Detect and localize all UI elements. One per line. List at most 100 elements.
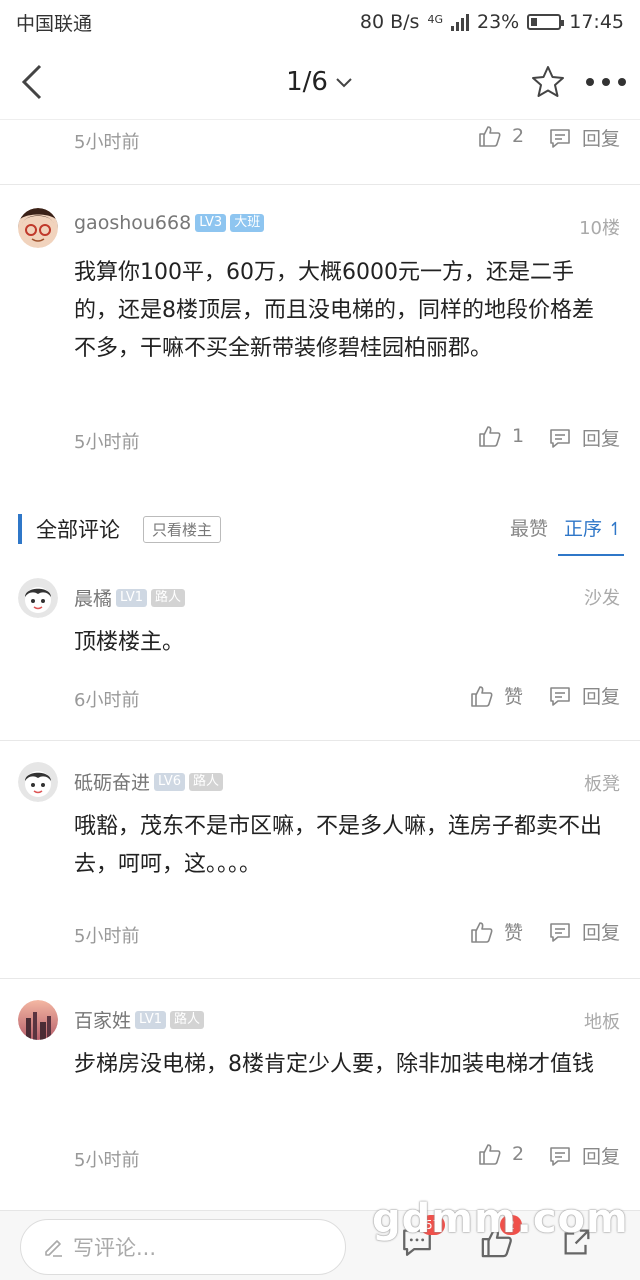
battery-fill (531, 18, 538, 26)
title-badge: 路人 (189, 772, 224, 791)
comment-content: 顶楼楼主。 (74, 630, 185, 655)
comment-icon (550, 1146, 570, 1166)
favorite-button[interactable] (530, 64, 566, 100)
carrier-name: 中国联通 (16, 12, 93, 35)
reply-label: 回复 (582, 1146, 621, 1168)
avatar[interactable] (18, 1000, 58, 1040)
page-indicator: 1/6 (286, 66, 328, 97)
like-button[interactable]: 2 (478, 124, 524, 148)
reply-label: 回复 (582, 922, 621, 944)
post-content: 我算你100平，60万，大概6000元一方，还是二手的，还是8楼顶层，而且没电梯… (74, 260, 594, 361)
page-selector[interactable]: 1/6 (286, 67, 354, 97)
level-badge: LV3 (195, 214, 227, 232)
level-badge: LV1 (135, 1010, 166, 1029)
chevron-left-icon (21, 64, 42, 100)
comment-placeholder: 写评论... (73, 1236, 157, 1260)
like-button[interactable]: 赞 (470, 918, 523, 945)
chevron-down-icon (336, 77, 352, 87)
username[interactable]: 晨橘 (74, 584, 112, 611)
like-button[interactable]: 赞 (470, 682, 523, 709)
comment-time: 5小时前 (74, 926, 140, 947)
comment-icon (550, 128, 570, 148)
comment-author: 百家姓 LV1 路人 (74, 1006, 205, 1033)
thumbs-up-icon (479, 426, 501, 447)
star-icon (532, 66, 564, 97)
thumbs-up-icon (479, 126, 501, 147)
floor-number: 沙发 (584, 588, 620, 609)
status-bar: 中国联通 80 B/s 4G 23% 17:45 (0, 0, 640, 44)
sort-hot-tab[interactable]: 最赞 (510, 514, 548, 541)
reply-label: 回复 (582, 686, 621, 708)
signal-icon (451, 13, 469, 31)
avatar[interactable] (18, 762, 58, 802)
comment-content: 哦豁，茂东不是市区嘛，不是多人嘛，连房子都卖不出去，呵呵，这。。。。 (74, 814, 603, 877)
username[interactable]: 砥砺奋进 (74, 768, 150, 795)
nav-bar: 1/6 (0, 44, 640, 120)
watermark: gdmm.com (372, 1196, 629, 1242)
post-meta-row: 5小时前 2 回复 (0, 120, 640, 160)
comment-icon (550, 428, 570, 448)
more-button[interactable] (586, 72, 626, 92)
like-label: 赞 (504, 686, 524, 708)
battery-percent: 23% (477, 11, 520, 33)
like-button[interactable]: 2 (478, 1142, 524, 1166)
username[interactable]: gaoshou668 (74, 212, 191, 234)
sort-arrow-icon: ↿ (602, 519, 623, 540)
like-count: 2 (512, 125, 525, 147)
comment-author: 晨橘 LV1 路人 (74, 584, 186, 611)
comment-icon (550, 686, 570, 706)
avatar[interactable] (18, 208, 58, 248)
status-right: 80 B/s 4G 23% 17:45 (360, 11, 624, 33)
post-meta-row: 5小时前 1 回复 (0, 420, 640, 460)
network-type: 4G (427, 12, 443, 26)
comment-input[interactable]: 写评论... (20, 1219, 346, 1275)
post-author: gaoshou668 LV3 大班 (74, 212, 265, 234)
comment-item: 晨橘 LV1 路人 沙发 顶楼楼主。 6小时前 赞 回复 (0, 564, 640, 740)
post-time: 5小时前 (74, 132, 140, 153)
thumbs-up-icon (471, 685, 493, 707)
like-button[interactable]: 1 (478, 424, 524, 448)
battery-icon (527, 14, 565, 30)
comments-header: 全部评论 只看楼主 最赞 正序 ↿ (0, 504, 640, 564)
like-count: 2 (512, 1143, 525, 1165)
section-accent-bar (18, 514, 22, 544)
comment-author: 砥砺奋进 LV6 路人 (74, 768, 224, 795)
like-count: 1 (512, 425, 525, 447)
reply-button[interactable]: 回复 (548, 682, 620, 709)
post-time: 5小时前 (74, 432, 140, 453)
username[interactable]: 百家姓 (74, 1006, 131, 1033)
comment-icon (550, 922, 570, 942)
title-badge: 大班 (230, 214, 265, 232)
comment-time: 6小时前 (74, 690, 140, 711)
title-badge: 路人 (151, 588, 186, 607)
pencil-icon (45, 1240, 62, 1257)
level-badge: LV1 (116, 588, 147, 607)
network-speed: 80 B/s (359, 11, 420, 33)
reply-label: 回复 (582, 128, 621, 150)
comment-meta-row: 6小时前 赞 回复 (0, 678, 640, 718)
floor-number: 地板 (584, 1012, 620, 1033)
reply-button[interactable]: 回复 (548, 1142, 620, 1169)
sort-active-underline (558, 554, 624, 556)
comment-time: 5小时前 (74, 1150, 140, 1171)
comment-item: 砥砺奋进 LV6 路人 板凳 哦豁，茂东不是市区嘛，不是多人嘛，连房子都卖不出去… (0, 740, 640, 976)
reply-button[interactable]: 回复 (548, 918, 620, 945)
thumbs-up-icon (471, 921, 493, 943)
comment-item: 百家姓 LV1 路人 地板 步梯房没电梯，8楼肯定少人要，除非加装电梯才值钱 5… (0, 978, 640, 1200)
only-host-button[interactable]: 只看楼主 (143, 516, 222, 543)
section-title: 全部评论 (36, 518, 120, 542)
avatar[interactable] (18, 578, 58, 618)
thread-content[interactable]: 5小时前 2 回复 gaoshou668 LV3 大班 10楼 我算你100平，… (0, 120, 640, 1210)
post-item: gaoshou668 LV3 大班 10楼 我算你100平，60万，大概6000… (0, 184, 640, 504)
like-label: 赞 (504, 922, 524, 944)
sort-order-tab[interactable]: 正序 ↿ (564, 514, 623, 541)
thumbs-up-icon (479, 1144, 501, 1165)
reply-button[interactable]: 回复 (548, 124, 620, 151)
back-button[interactable] (14, 62, 54, 102)
floor-number: 10楼 (579, 218, 620, 239)
reply-button[interactable]: 回复 (548, 424, 620, 451)
title-badge: 路人 (170, 1010, 205, 1029)
comment-content: 步梯房没电梯，8楼肯定少人要，除非加装电梯才值钱 (74, 1052, 594, 1077)
comment-meta-row: 5小时前 赞 回复 (0, 914, 640, 954)
floor-number: 板凳 (584, 774, 620, 795)
